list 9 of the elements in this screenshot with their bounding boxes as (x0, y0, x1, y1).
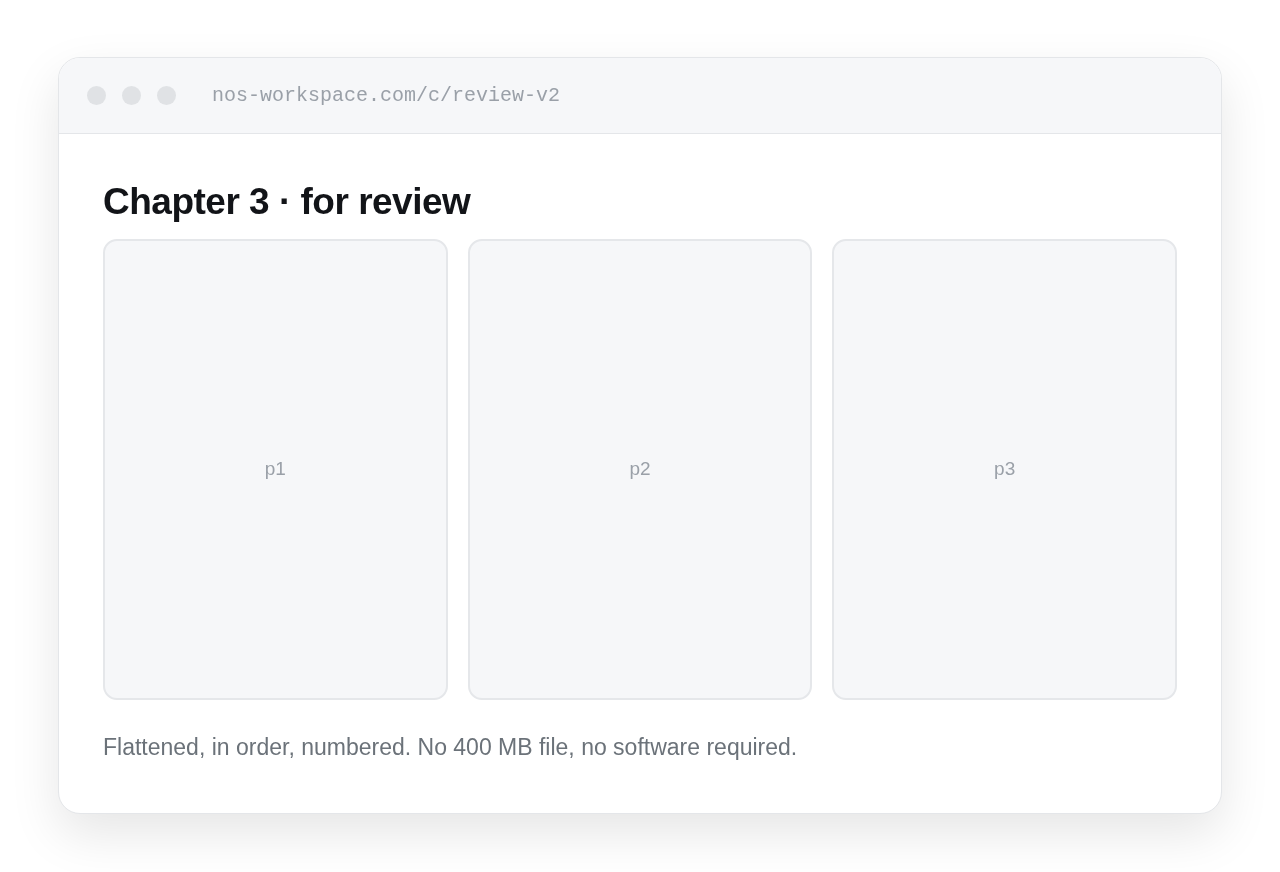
page-label: p3 (994, 456, 1016, 481)
caption-text: Flattened, in order, numbered. No 400 MB file, no software required. (103, 732, 799, 762)
page-thumbnail[interactable]: p1 (103, 238, 448, 700)
page-heading: Chapter 3 · for review (103, 182, 472, 223)
page-thumbnail[interactable]: p3 (832, 238, 1177, 700)
address-text: nos-workspace.com/c/review-v2 (212, 82, 561, 109)
page-label: p1 (264, 456, 286, 481)
page-thumbnail[interactable]: p2 (467, 238, 813, 700)
page-label: p2 (629, 456, 651, 481)
